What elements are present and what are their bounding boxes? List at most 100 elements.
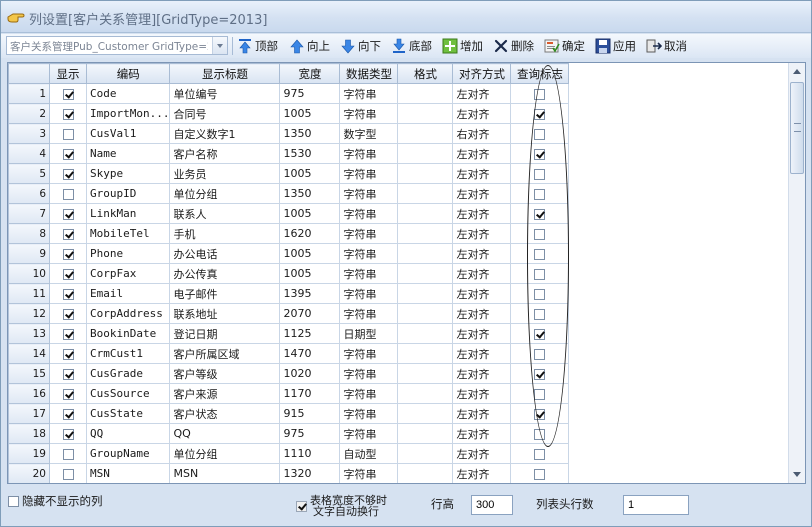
query-cell[interactable] xyxy=(510,103,570,124)
table-row[interactable]: 18 QQ QQ 975 字符串 左对齐 xyxy=(8,423,787,444)
data-type-cell[interactable]: 字符串 xyxy=(339,383,399,404)
query-cell[interactable] xyxy=(510,163,570,184)
width-cell[interactable]: 1620 xyxy=(279,223,341,244)
table-row[interactable]: 7 LinkMan 联系人 1005 字符串 左对齐 xyxy=(8,203,787,224)
hide-hidden-checkbox[interactable] xyxy=(8,495,19,507)
width-cell[interactable]: 1470 xyxy=(279,343,341,364)
query-cell[interactable] xyxy=(510,143,570,164)
show-cell[interactable] xyxy=(49,303,87,324)
data-type-cell[interactable]: 字符串 xyxy=(339,263,399,284)
show-cell[interactable] xyxy=(49,143,87,164)
format-cell[interactable] xyxy=(397,163,454,184)
format-cell[interactable] xyxy=(397,243,454,264)
query-cell[interactable] xyxy=(510,303,570,324)
format-cell[interactable] xyxy=(397,303,454,324)
query-checkbox[interactable] xyxy=(534,128,546,140)
show-checkbox[interactable] xyxy=(62,228,74,240)
title-cell[interactable]: 客户所属区域 xyxy=(169,343,281,364)
table-row[interactable]: 3 CusVal1 自定义数字1 1350 数字型 右对齐 xyxy=(8,123,787,144)
data-type-cell[interactable]: 数字型 xyxy=(339,123,399,144)
code-cell[interactable]: Skype xyxy=(85,163,171,184)
title-cell[interactable]: 单位分组 xyxy=(169,443,281,464)
show-cell[interactable] xyxy=(49,183,87,204)
scroll-down-icon[interactable] xyxy=(789,466,805,482)
width-cell[interactable]: 1125 xyxy=(279,323,341,344)
format-cell[interactable] xyxy=(397,403,454,424)
header-code[interactable]: 编码 xyxy=(85,63,171,84)
code-cell[interactable]: GroupID xyxy=(85,183,171,204)
show-checkbox[interactable] xyxy=(62,448,74,460)
header-align[interactable]: 对齐方式 xyxy=(452,63,512,84)
align-cell[interactable]: 左对齐 xyxy=(452,463,512,483)
query-checkbox[interactable] xyxy=(534,208,546,220)
table-row[interactable]: 15 CusGrade 客户等级 1020 字符串 左对齐 xyxy=(8,363,787,384)
show-cell[interactable] xyxy=(49,463,87,483)
format-cell[interactable] xyxy=(397,83,454,104)
width-cell[interactable]: 1395 xyxy=(279,283,341,304)
query-cell[interactable] xyxy=(510,83,570,104)
show-cell[interactable] xyxy=(49,83,87,104)
title-cell[interactable]: 客户状态 xyxy=(169,403,281,424)
cancel-button[interactable]: 取消 xyxy=(646,37,687,55)
query-checkbox[interactable] xyxy=(534,328,546,340)
query-checkbox[interactable] xyxy=(534,148,546,160)
width-cell[interactable]: 1005 xyxy=(279,103,341,124)
query-cell[interactable] xyxy=(510,403,570,424)
show-checkbox[interactable] xyxy=(62,328,74,340)
grid-type-combo[interactable]: 客户关系管理Pub_Customer GridType=2 xyxy=(6,36,228,55)
width-cell[interactable]: 1005 xyxy=(279,243,341,264)
data-type-cell[interactable]: 日期型 xyxy=(339,323,399,344)
show-cell[interactable] xyxy=(49,403,87,424)
show-checkbox[interactable] xyxy=(62,168,74,180)
title-cell[interactable]: 合同号 xyxy=(169,103,281,124)
align-cell[interactable]: 左对齐 xyxy=(452,83,512,104)
align-cell[interactable]: 左对齐 xyxy=(452,403,512,424)
table-row[interactable]: 5 Skype 业务员 1005 字符串 左对齐 xyxy=(8,163,787,184)
format-cell[interactable] xyxy=(397,383,454,404)
table-row[interactable]: 4 Name 客户名称 1530 字符串 左对齐 xyxy=(8,143,787,164)
table-row[interactable]: 16 CusSource 客户来源 1170 字符串 左对齐 xyxy=(8,383,787,404)
query-checkbox[interactable] xyxy=(534,368,546,380)
query-checkbox[interactable] xyxy=(534,408,546,420)
hide-hidden-columns-option[interactable]: 隐藏不显示的列 xyxy=(8,493,103,509)
query-cell[interactable] xyxy=(510,183,570,204)
show-cell[interactable] xyxy=(49,223,87,244)
code-cell[interactable]: ImportMon... xyxy=(85,103,171,124)
title-cell[interactable]: 单位编号 xyxy=(169,83,281,104)
title-cell[interactable]: 业务员 xyxy=(169,163,281,184)
width-cell[interactable]: 1170 xyxy=(279,383,341,404)
show-checkbox[interactable] xyxy=(62,208,74,220)
query-checkbox[interactable] xyxy=(534,168,546,180)
format-cell[interactable] xyxy=(397,203,454,224)
format-cell[interactable] xyxy=(397,323,454,344)
data-type-cell[interactable]: 字符串 xyxy=(339,403,399,424)
table-row[interactable]: 8 MobileTel 手机 1620 字符串 左对齐 xyxy=(8,223,787,244)
width-cell[interactable]: 1530 xyxy=(279,143,341,164)
show-cell[interactable] xyxy=(49,363,87,384)
show-cell[interactable] xyxy=(49,263,87,284)
width-cell[interactable]: 975 xyxy=(279,83,341,104)
code-cell[interactable]: Email xyxy=(85,283,171,304)
query-cell[interactable] xyxy=(510,443,570,464)
format-cell[interactable] xyxy=(397,103,454,124)
align-cell[interactable]: 左对齐 xyxy=(452,283,512,304)
header-width[interactable]: 宽度 xyxy=(279,63,341,84)
data-type-cell[interactable]: 字符串 xyxy=(339,423,399,444)
show-checkbox[interactable] xyxy=(62,428,74,440)
chevron-down-icon[interactable] xyxy=(212,37,227,54)
data-type-cell[interactable]: 字符串 xyxy=(339,143,399,164)
query-checkbox[interactable] xyxy=(534,308,546,320)
show-checkbox[interactable] xyxy=(62,268,74,280)
table-row[interactable]: 2 ImportMon... 合同号 1005 字符串 左对齐 xyxy=(8,103,787,124)
align-cell[interactable]: 左对齐 xyxy=(452,443,512,464)
align-cell[interactable]: 左对齐 xyxy=(452,163,512,184)
format-cell[interactable] xyxy=(397,223,454,244)
row-height-input[interactable] xyxy=(471,495,513,515)
query-checkbox[interactable] xyxy=(534,88,546,100)
show-cell[interactable] xyxy=(49,103,87,124)
show-checkbox[interactable] xyxy=(62,408,74,420)
data-type-cell[interactable]: 字符串 xyxy=(339,343,399,364)
show-cell[interactable] xyxy=(49,383,87,404)
width-cell[interactable]: 915 xyxy=(279,403,341,424)
show-cell[interactable] xyxy=(49,163,87,184)
